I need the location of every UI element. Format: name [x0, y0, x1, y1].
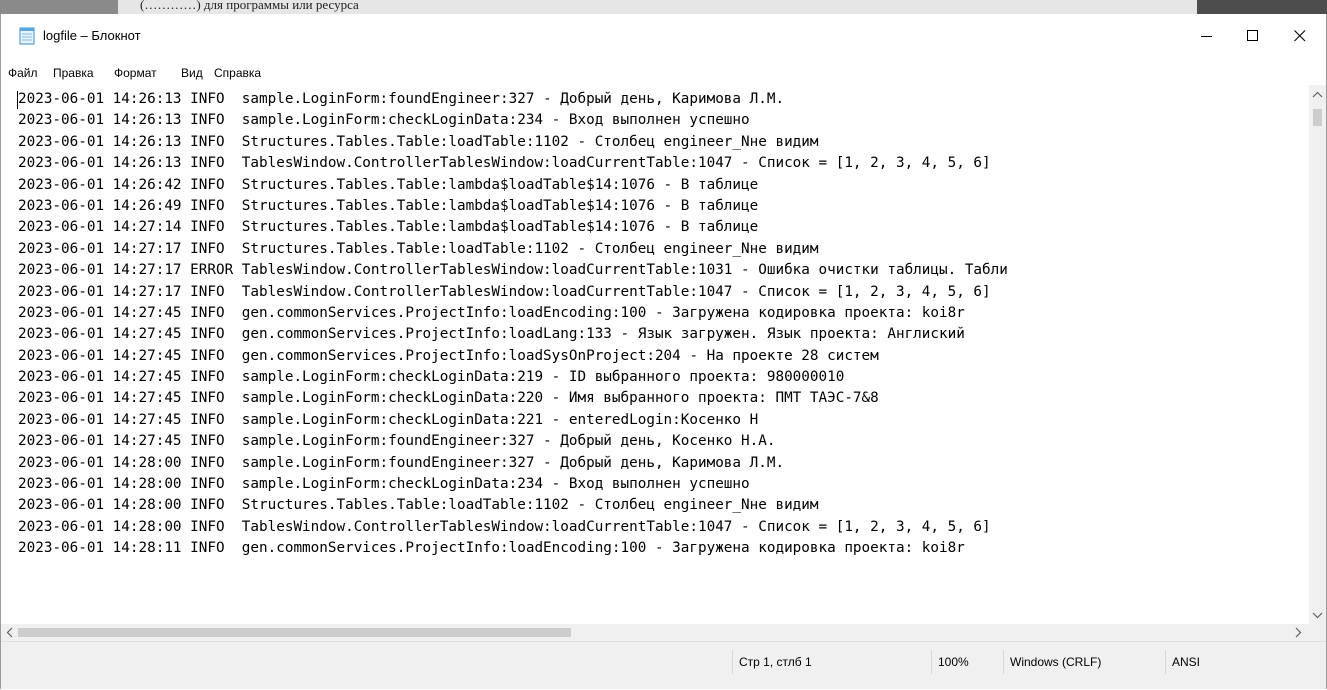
log-line: 2023-06-01 14:27:45 INFO sample.LoginFor… [18, 411, 759, 428]
minimize-icon [1201, 36, 1212, 37]
log-line: 2023-06-01 14:28:11 INFO gen.commonServi… [18, 540, 965, 557]
scrollbar-corner [1309, 624, 1326, 641]
maximize-button[interactable] [1230, 14, 1276, 58]
scroll-left-arrow-icon[interactable] [6, 627, 14, 638]
editor-lines: 2023-06-01 14:26:13 INFO sample.LoginFor… [18, 89, 1008, 560]
minimize-button[interactable] [1184, 14, 1230, 58]
log-line: 2023-06-01 14:26:13 INFO Structures.Tabl… [18, 133, 819, 150]
log-line: 2023-06-01 14:27:17 INFO Structures.Tabl… [18, 240, 819, 257]
background-dark-area-left [0, 0, 118, 14]
log-line: 2023-06-01 14:26:42 INFO Structures.Tabl… [18, 176, 759, 193]
log-line: 2023-06-01 14:27:45 INFO gen.commonServi… [18, 347, 879, 364]
log-line: 2023-06-01 14:27:45 INFO sample.LoginFor… [18, 390, 879, 407]
log-line: 2023-06-01 14:26:13 INFO sample.LoginFor… [18, 112, 750, 129]
status-encoding: ANSI [1165, 650, 1312, 674]
log-line: 2023-06-01 14:27:45 INFO gen.commonServi… [18, 326, 965, 343]
menu-help[interactable]: Справка [214, 66, 261, 80]
horizontal-scrollbar[interactable] [1, 624, 1309, 641]
log-line: 2023-06-01 14:28:00 INFO TablesWindow.Co… [18, 518, 991, 535]
background-document-text: (…………) для программы или ресурса [140, 0, 359, 12]
window-title: logfile – Блокнот [43, 28, 141, 43]
status-zoom: 100% [931, 650, 996, 674]
status-bar: Стр 1, стлб 1 100% Windows (CRLF) ANSI [1, 641, 1326, 689]
text-editor-area[interactable]: 2023-06-01 14:26:13 INFO sample.LoginFor… [1, 85, 1309, 624]
log-line: 2023-06-01 14:26:49 INFO Structures.Tabl… [18, 197, 759, 214]
menu-format[interactable]: Формат [114, 66, 157, 80]
log-line: 2023-06-01 14:28:00 INFO Structures.Tabl… [18, 497, 819, 514]
log-line: 2023-06-01 14:28:00 INFO sample.LoginFor… [18, 454, 785, 471]
log-line: 2023-06-01 14:27:17 INFO TablesWindow.Co… [18, 283, 991, 300]
vertical-scroll-thumb[interactable] [1313, 109, 1322, 126]
background-document-strip: (…………) для программы или ресурса [0, 0, 1327, 14]
status-line-endings: Windows (CRLF) [1003, 650, 1158, 674]
horizontal-scroll-thumb[interactable] [18, 628, 571, 637]
log-line: 2023-06-01 14:28:00 INFO sample.LoginFor… [18, 476, 750, 493]
notepad-window: logfile – Блокнот Файл Правка Формат Вид… [0, 14, 1327, 689]
scroll-right-arrow-icon[interactable] [1294, 627, 1302, 638]
log-line: 2023-06-01 14:27:17 ERROR TablesWindow.C… [18, 262, 1008, 279]
title-bar[interactable]: logfile – Блокнот [1, 14, 1326, 62]
log-line: 2023-06-01 14:27:45 INFO sample.LoginFor… [18, 369, 845, 386]
log-line: 2023-06-01 14:27:45 INFO sample.LoginFor… [18, 433, 776, 450]
log-line: 2023-06-01 14:27:45 INFO gen.commonServi… [18, 304, 965, 321]
close-button[interactable] [1277, 14, 1323, 58]
scroll-up-arrow-icon[interactable] [1312, 91, 1323, 99]
background-dark-area-right [1197, 0, 1327, 14]
menu-bar: Файл Правка Формат Вид Справка [1, 62, 1326, 85]
close-icon [1294, 30, 1306, 42]
log-line: 2023-06-01 14:26:13 INFO TablesWindow.Co… [18, 155, 991, 172]
status-cursor-position: Стр 1, стлб 1 [732, 650, 924, 674]
log-line: 2023-06-01 14:27:14 INFO Structures.Tabl… [18, 219, 759, 236]
vertical-scrollbar[interactable] [1309, 85, 1326, 624]
notepad-app-icon [19, 27, 35, 45]
scroll-down-arrow-icon[interactable] [1312, 611, 1323, 619]
maximize-icon [1247, 30, 1258, 41]
menu-view[interactable]: Вид [181, 66, 203, 80]
menu-file[interactable]: Файл [8, 66, 38, 80]
menu-edit[interactable]: Правка [53, 66, 94, 80]
log-line: 2023-06-01 14:26:13 INFO sample.LoginFor… [18, 91, 785, 107]
